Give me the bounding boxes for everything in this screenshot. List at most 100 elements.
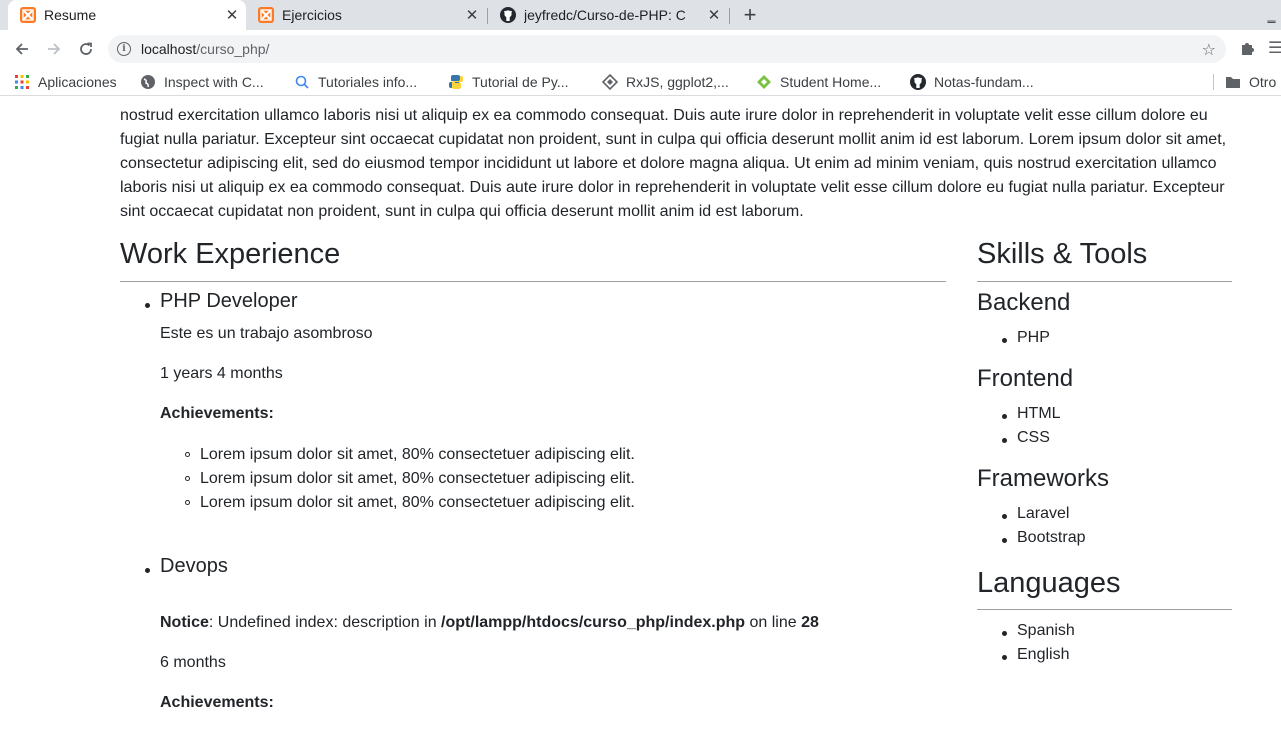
list-bullet bbox=[1002, 338, 1007, 343]
search-bulb-icon bbox=[294, 74, 310, 90]
list-bullet bbox=[1002, 655, 1007, 660]
achievement-item: Lorem ipsum dolor sit amet, 80% consecte… bbox=[200, 494, 635, 511]
bookmark-star-icon[interactable]: ☆ bbox=[1202, 40, 1216, 60]
reload-icon[interactable] bbox=[74, 37, 98, 61]
language-item: English bbox=[1017, 646, 1070, 663]
job-description: Este es un trabajo asombroso bbox=[160, 325, 373, 342]
skill-category-frontend: Frontend bbox=[977, 365, 1074, 392]
job-title: PHP Developer bbox=[160, 290, 298, 312]
python-icon bbox=[448, 74, 464, 90]
section-divider bbox=[977, 281, 1232, 282]
skill-item: Laravel bbox=[1017, 505, 1070, 522]
github-icon bbox=[910, 74, 926, 90]
tab-close-icon[interactable]: ✕ bbox=[704, 5, 724, 25]
list-bullet bbox=[145, 303, 150, 308]
tab-close-icon[interactable]: ✕ bbox=[462, 5, 482, 25]
tab-title: jeyfredc/Curso-de-PHP: C bbox=[524, 7, 686, 23]
achievement-item: Lorem ipsum dolor sit amet, 80% consecte… bbox=[200, 470, 635, 487]
window-minimize-icon[interactable]: ‗ bbox=[1262, 0, 1281, 30]
intro-paragraph: nostrud exercitation ullamco laboris nis… bbox=[120, 107, 1227, 220]
job-duration: 6 months bbox=[160, 654, 226, 671]
site-info-icon[interactable]: i bbox=[117, 42, 131, 56]
list-bullet bbox=[185, 452, 190, 457]
list-bullet bbox=[1002, 538, 1007, 543]
list-bullet bbox=[1002, 514, 1007, 519]
achievement-item: Lorem ipsum dolor sit amet, 80% consecte… bbox=[200, 446, 635, 463]
bookmark-label: Notas-fundam... bbox=[934, 74, 1034, 90]
skills-heading: Skills & Tools bbox=[977, 238, 1148, 270]
diamond-icon bbox=[602, 74, 618, 90]
languages-heading: Languages bbox=[977, 567, 1121, 599]
tab-ejercicios[interactable]: Ejercicios ✕ bbox=[246, 0, 486, 30]
xampp-favicon-icon bbox=[20, 7, 36, 23]
notice-online: on line bbox=[745, 614, 802, 631]
bookmarks-bar: Aplicaciones Inspect with C... Tutoriale… bbox=[0, 68, 1281, 96]
extensions-puzzle-icon[interactable] bbox=[1238, 38, 1258, 58]
bookmark-inspect[interactable]: Inspect with C... bbox=[140, 72, 264, 92]
job-title: Devops bbox=[160, 555, 228, 577]
skill-item: CSS bbox=[1017, 429, 1050, 446]
section-divider bbox=[120, 281, 946, 282]
work-experience-section: Work Experience PHP Developer Este es un… bbox=[120, 234, 946, 711]
bookmark-label: Student Home... bbox=[780, 74, 882, 90]
bookmark-label: Aplicaciones bbox=[38, 74, 117, 90]
page-viewport[interactable]: nostrud exercitation ullamco laboris nis… bbox=[0, 97, 1281, 729]
list-bullet bbox=[145, 568, 150, 573]
list-bullet bbox=[1002, 414, 1007, 419]
notice-label: Notice bbox=[160, 614, 209, 631]
bookmark-label: Tutoriales info... bbox=[318, 74, 418, 90]
bookmark-apps[interactable]: Aplicaciones bbox=[14, 72, 117, 92]
notice-line: 28 bbox=[801, 614, 819, 631]
apps-grid-icon bbox=[14, 74, 30, 90]
list-bullet bbox=[1002, 438, 1007, 443]
folder-icon bbox=[1225, 74, 1241, 90]
skill-category-backend: Backend bbox=[977, 289, 1071, 316]
list-bullet bbox=[1002, 631, 1007, 636]
bookmark-student[interactable]: Student Home... bbox=[756, 72, 881, 92]
tab-title: Resume bbox=[44, 7, 97, 23]
tab-strip: Resume ✕ Ejercicios ✕ jeyfredc/Curso-de-… bbox=[0, 0, 1281, 30]
notice-path: /opt/lampp/htdocs/curso_php/index.php bbox=[441, 614, 746, 631]
notice-text: : Undefined index: description in bbox=[208, 614, 442, 631]
skill-category-frameworks: Frameworks bbox=[977, 465, 1110, 492]
forward-arrow-icon[interactable] bbox=[42, 37, 66, 61]
new-tab-plus-icon[interactable]: + bbox=[738, 2, 762, 27]
skill-item: Bootstrap bbox=[1017, 529, 1086, 546]
tab-separator bbox=[729, 8, 730, 24]
bookmark-label: Otro bbox=[1249, 74, 1277, 90]
section-divider bbox=[977, 609, 1232, 610]
bookmark-python[interactable]: Tutorial de Py... bbox=[448, 72, 568, 92]
bookmark-label: RxJS, ggplot2,... bbox=[626, 74, 729, 90]
bookmark-label: Inspect with C... bbox=[164, 74, 264, 90]
tab-close-icon[interactable]: ✕ bbox=[222, 5, 242, 25]
url-host: localhost bbox=[141, 41, 197, 57]
list-bullet bbox=[185, 476, 190, 481]
work-experience-heading: Work Experience bbox=[120, 238, 341, 270]
menu-icon[interactable]: ☰ bbox=[1268, 38, 1281, 58]
bookmark-label: Tutorial de Py... bbox=[472, 74, 569, 90]
tab-title: Ejercicios bbox=[282, 7, 342, 23]
tab-github[interactable]: jeyfredc/Curso-de-PHP: C ✕ bbox=[488, 0, 728, 30]
skill-item: PHP bbox=[1017, 329, 1050, 346]
bookmark-notas[interactable]: Notas-fundam... bbox=[910, 72, 1034, 92]
skill-item: HTML bbox=[1017, 405, 1061, 422]
leaf-icon bbox=[756, 74, 772, 90]
achievements-label: Achievements: bbox=[160, 694, 274, 711]
bookmark-rxjs[interactable]: RxJS, ggplot2,... bbox=[602, 72, 729, 92]
skills-section: Skills & Tools Backend PHP Frontend HTML… bbox=[977, 234, 1232, 663]
bookmark-tutoriales[interactable]: Tutoriales info... bbox=[294, 72, 417, 92]
bookmark-other-folder[interactable]: Otro bbox=[1225, 72, 1276, 92]
list-bullet bbox=[185, 500, 190, 505]
github-icon bbox=[500, 7, 516, 23]
address-bar[interactable]: i localhost/curso_php/ ☆ bbox=[108, 35, 1226, 63]
url-path: /curso_php/ bbox=[196, 41, 270, 57]
bookmarks-separator bbox=[1213, 74, 1214, 90]
back-arrow-icon[interactable] bbox=[10, 37, 34, 61]
globe-icon bbox=[140, 74, 156, 90]
language-item: Spanish bbox=[1017, 622, 1075, 639]
job-duration: 1 years 4 months bbox=[160, 365, 283, 382]
tab-resume[interactable]: Resume ✕ bbox=[8, 0, 246, 30]
achievements-label: Achievements: bbox=[160, 405, 274, 422]
php-notice: Notice: Undefined index: description in … bbox=[160, 613, 819, 633]
xampp-favicon-icon bbox=[258, 7, 274, 23]
